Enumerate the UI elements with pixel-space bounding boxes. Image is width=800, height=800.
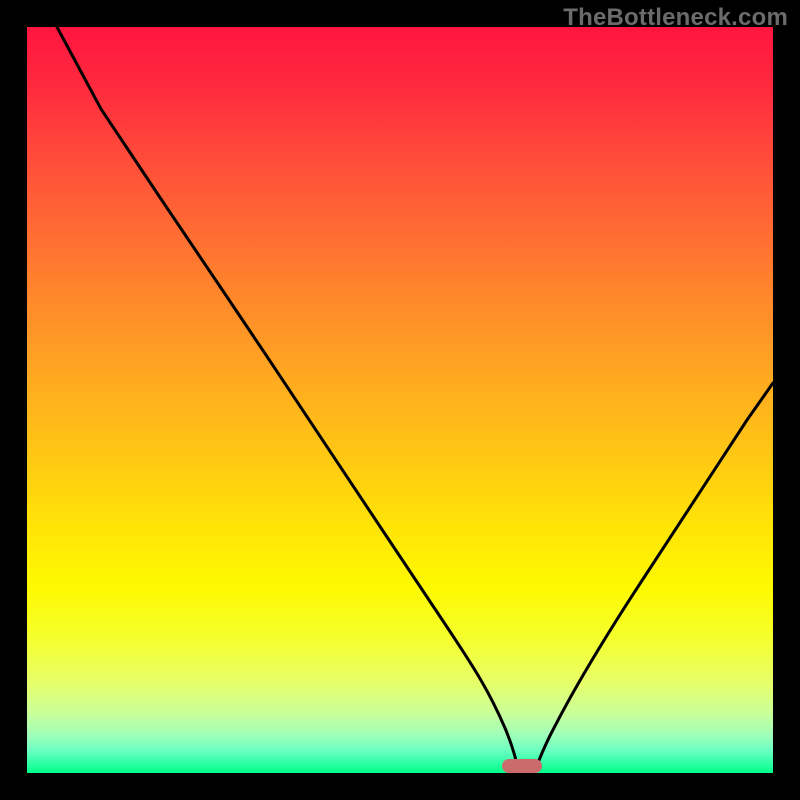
bottleneck-curve: [27, 27, 773, 773]
curve-path: [57, 27, 773, 773]
chart-frame: TheBottleneck.com: [0, 0, 800, 800]
bottleneck-marker: [502, 759, 542, 773]
watermark-text: TheBottleneck.com: [563, 4, 788, 32]
